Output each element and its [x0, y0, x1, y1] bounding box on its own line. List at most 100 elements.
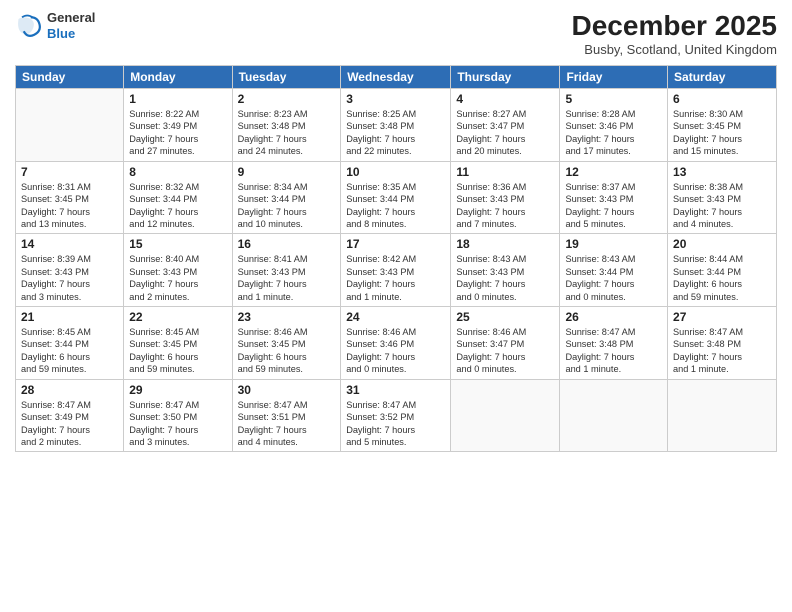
calendar-header-row: SundayMondayTuesdayWednesdayThursdayFrid… — [16, 66, 777, 89]
day-cell: 25 Sunrise: 8:46 AM Sunset: 3:47 PM Dayli… — [451, 307, 560, 380]
day-number: 31 — [346, 383, 445, 397]
day-number: 10 — [346, 165, 445, 179]
day-number: 5 — [565, 92, 662, 106]
day-cell: 3 Sunrise: 8:25 AM Sunset: 3:48 PM Daylig… — [341, 89, 451, 162]
title-block: December 2025 Busby, Scotland, United Ki… — [572, 10, 777, 57]
day-info: Sunrise: 8:47 AM Sunset: 3:48 PM Dayligh… — [673, 326, 771, 376]
day-cell: 18Sunrise: 8:43 AM Sunset: 3:43 PM Dayli… — [451, 234, 560, 307]
logo-general: General — [47, 10, 95, 25]
day-info: Sunrise: 8:46 AM Sunset: 3:46 PM Dayligh… — [346, 326, 445, 376]
day-cell: 13Sunrise: 8:38 AM Sunset: 3:43 PM Dayli… — [668, 161, 777, 234]
day-info: Sunrise: 8:23 AM Sunset: 3:48 PM Dayligh… — [238, 108, 336, 158]
day-info: Sunrise: 8:32 AM Sunset: 3:44 PM Dayligh… — [129, 181, 226, 231]
day-cell: 19Sunrise: 8:43 AM Sunset: 3:44 PM Dayli… — [560, 234, 668, 307]
day-cell: 2 Sunrise: 8:23 AM Sunset: 3:48 PM Daylig… — [232, 89, 341, 162]
day-info: Sunrise: 8:47 AM Sunset: 3:49 PM Dayligh… — [21, 399, 118, 449]
day-number: 16 — [238, 237, 336, 251]
day-info: Sunrise: 8:25 AM Sunset: 3:48 PM Dayligh… — [346, 108, 445, 158]
logo: General Blue — [15, 10, 95, 41]
day-cell: 22 Sunrise: 8:45 AM Sunset: 3:45 PM Dayli… — [124, 307, 232, 380]
day-cell: 26Sunrise: 8:47 AM Sunset: 3:48 PM Dayli… — [560, 307, 668, 380]
week-row-4: 28 Sunrise: 8:47 AM Sunset: 3:49 PM Dayli… — [16, 379, 777, 452]
day-number: 8 — [129, 165, 226, 179]
day-cell: 4 Sunrise: 8:27 AM Sunset: 3:47 PM Daylig… — [451, 89, 560, 162]
col-header-friday: Friday — [560, 66, 668, 89]
col-header-monday: Monday — [124, 66, 232, 89]
day-number: 7 — [21, 165, 118, 179]
day-info: Sunrise: 8:28 AM Sunset: 3:46 PM Dayligh… — [565, 108, 662, 158]
day-number: 9 — [238, 165, 336, 179]
day-info: Sunrise: 8:31 AM Sunset: 3:45 PM Dayligh… — [21, 181, 118, 231]
col-header-tuesday: Tuesday — [232, 66, 341, 89]
day-info: Sunrise: 8:47 AM Sunset: 3:52 PM Dayligh… — [346, 399, 445, 449]
day-info: Sunrise: 8:45 AM Sunset: 3:45 PM Dayligh… — [129, 326, 226, 376]
day-number: 13 — [673, 165, 771, 179]
day-info: Sunrise: 8:36 AM Sunset: 3:43 PM Dayligh… — [456, 181, 554, 231]
day-number: 17 — [346, 237, 445, 251]
day-number: 30 — [238, 383, 336, 397]
day-number: 29 — [129, 383, 226, 397]
day-info: Sunrise: 8:39 AM Sunset: 3:43 PM Dayligh… — [21, 253, 118, 303]
day-cell: 16 Sunrise: 8:41 AM Sunset: 3:43 PM Dayli… — [232, 234, 341, 307]
day-number: 11 — [456, 165, 554, 179]
week-row-0: 1Sunrise: 8:22 AM Sunset: 3:49 PM Daylig… — [16, 89, 777, 162]
day-cell: 28 Sunrise: 8:47 AM Sunset: 3:49 PM Dayli… — [16, 379, 124, 452]
day-cell — [560, 379, 668, 452]
day-cell: 23 Sunrise: 8:46 AM Sunset: 3:45 PM Dayli… — [232, 307, 341, 380]
day-cell: 20 Sunrise: 8:44 AM Sunset: 3:44 PM Dayli… — [668, 234, 777, 307]
day-cell: 7 Sunrise: 8:31 AM Sunset: 3:45 PM Daylig… — [16, 161, 124, 234]
day-info: Sunrise: 8:40 AM Sunset: 3:43 PM Dayligh… — [129, 253, 226, 303]
day-number: 26 — [565, 310, 662, 324]
day-cell: 5 Sunrise: 8:28 AM Sunset: 3:46 PM Daylig… — [560, 89, 668, 162]
day-info: Sunrise: 8:44 AM Sunset: 3:44 PM Dayligh… — [673, 253, 771, 303]
day-info: Sunrise: 8:46 AM Sunset: 3:47 PM Dayligh… — [456, 326, 554, 376]
day-cell: 31 Sunrise: 8:47 AM Sunset: 3:52 PM Dayli… — [341, 379, 451, 452]
day-cell: 10 Sunrise: 8:35 AM Sunset: 3:44 PM Dayli… — [341, 161, 451, 234]
day-info: Sunrise: 8:41 AM Sunset: 3:43 PM Dayligh… — [238, 253, 336, 303]
day-number: 2 — [238, 92, 336, 106]
week-row-2: 14Sunrise: 8:39 AM Sunset: 3:43 PM Dayli… — [16, 234, 777, 307]
day-number: 28 — [21, 383, 118, 397]
day-number: 4 — [456, 92, 554, 106]
day-number: 21 — [21, 310, 118, 324]
day-cell — [451, 379, 560, 452]
day-number: 23 — [238, 310, 336, 324]
day-cell: 1Sunrise: 8:22 AM Sunset: 3:49 PM Daylig… — [124, 89, 232, 162]
day-info: Sunrise: 8:22 AM Sunset: 3:49 PM Dayligh… — [129, 108, 226, 158]
day-number: 25 — [456, 310, 554, 324]
day-number: 15 — [129, 237, 226, 251]
day-number: 18 — [456, 237, 554, 251]
col-header-thursday: Thursday — [451, 66, 560, 89]
day-info: Sunrise: 8:27 AM Sunset: 3:47 PM Dayligh… — [456, 108, 554, 158]
col-header-saturday: Saturday — [668, 66, 777, 89]
day-cell: 17 Sunrise: 8:42 AM Sunset: 3:43 PM Dayli… — [341, 234, 451, 307]
location: Busby, Scotland, United Kingdom — [572, 42, 777, 57]
day-info: Sunrise: 8:37 AM Sunset: 3:43 PM Dayligh… — [565, 181, 662, 231]
day-cell: 11 Sunrise: 8:36 AM Sunset: 3:43 PM Dayli… — [451, 161, 560, 234]
header: General Blue December 2025 Busby, Scotla… — [15, 10, 777, 57]
day-cell — [16, 89, 124, 162]
col-header-sunday: Sunday — [16, 66, 124, 89]
day-number: 27 — [673, 310, 771, 324]
day-info: Sunrise: 8:42 AM Sunset: 3:43 PM Dayligh… — [346, 253, 445, 303]
week-row-3: 21Sunrise: 8:45 AM Sunset: 3:44 PM Dayli… — [16, 307, 777, 380]
day-number: 20 — [673, 237, 771, 251]
day-info: Sunrise: 8:47 AM Sunset: 3:50 PM Dayligh… — [129, 399, 226, 449]
day-number: 22 — [129, 310, 226, 324]
calendar-table: SundayMondayTuesdayWednesdayThursdayFrid… — [15, 65, 777, 452]
day-info: Sunrise: 8:46 AM Sunset: 3:45 PM Dayligh… — [238, 326, 336, 376]
day-cell — [668, 379, 777, 452]
day-cell: 14Sunrise: 8:39 AM Sunset: 3:43 PM Dayli… — [16, 234, 124, 307]
day-number: 12 — [565, 165, 662, 179]
day-info: Sunrise: 8:43 AM Sunset: 3:44 PM Dayligh… — [565, 253, 662, 303]
day-info: Sunrise: 8:34 AM Sunset: 3:44 PM Dayligh… — [238, 181, 336, 231]
col-header-wednesday: Wednesday — [341, 66, 451, 89]
day-cell: 27 Sunrise: 8:47 AM Sunset: 3:48 PM Dayli… — [668, 307, 777, 380]
day-cell: 30Sunrise: 8:47 AM Sunset: 3:51 PM Dayli… — [232, 379, 341, 452]
day-info: Sunrise: 8:35 AM Sunset: 3:44 PM Dayligh… — [346, 181, 445, 231]
logo-icon — [15, 12, 43, 40]
month-title: December 2025 — [572, 10, 777, 42]
day-cell: 12 Sunrise: 8:37 AM Sunset: 3:43 PM Dayli… — [560, 161, 668, 234]
day-number: 3 — [346, 92, 445, 106]
logo-blue: Blue — [47, 26, 75, 41]
